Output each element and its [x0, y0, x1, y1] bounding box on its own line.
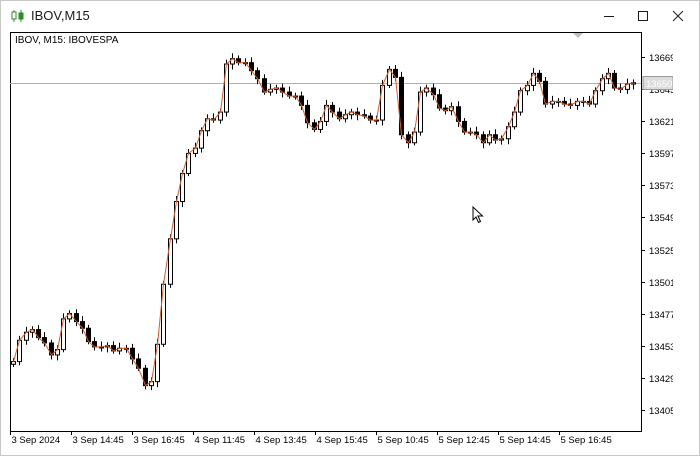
window-title: IBOV,M15 — [31, 8, 90, 23]
y-tick-label: 134779 — [649, 310, 673, 321]
bull-candle — [418, 91, 423, 133]
candlestick-chart[interactable]: 1366991364591362191359791357391354991352… — [9, 31, 673, 449]
y-tick-label: 135739 — [649, 181, 673, 192]
x-tick-label: 4 Sep 15:45 — [317, 435, 368, 446]
close-price-line — [13, 58, 634, 387]
minimize-button[interactable] — [593, 1, 625, 31]
y-tick-label: 136219 — [649, 117, 673, 128]
y-tick-label: 135979 — [649, 149, 673, 160]
x-tick-label: 5 Sep 10:45 — [378, 435, 429, 446]
y-tick-label: 134059 — [649, 406, 673, 417]
y-tick-label: 134299 — [649, 374, 673, 385]
x-tick-label: 4 Sep 11:45 — [195, 435, 246, 446]
x-tick-label: 4 Sep 13:45 — [256, 435, 307, 446]
chart-window: IBOV,M15 1366991364591362191359791357391… — [0, 0, 700, 456]
chart-symbol-label: IBOV, M15: IBOVESPA — [15, 35, 119, 46]
bull-candle — [11, 361, 16, 365]
chart-shift-marker — [573, 33, 583, 38]
mouse-pointer-icon — [472, 205, 484, 229]
x-tick-label: 5 Sep 12:45 — [439, 435, 490, 446]
y-tick-label: 135019 — [649, 278, 673, 289]
maximize-button[interactable] — [627, 1, 659, 31]
close-button[interactable] — [662, 1, 694, 31]
y-tick-label: 135259 — [649, 246, 673, 257]
close-icon — [672, 10, 684, 22]
title-bar[interactable]: IBOV,M15 — [1, 1, 699, 31]
x-tick-label: 3 Sep 16:45 — [134, 435, 185, 446]
current-price-label: 136509 — [646, 79, 673, 90]
y-tick-label: 136699 — [649, 53, 673, 64]
maximize-icon — [638, 11, 648, 21]
x-tick-label: 5 Sep 14:45 — [500, 435, 551, 446]
y-tick-label: 134539 — [649, 342, 673, 353]
chart-area[interactable]: 1366991364591362191359791357391354991352… — [9, 31, 673, 449]
candlestick-chart-icon — [10, 9, 26, 23]
x-tick-label: 3 Sep 14:45 — [73, 435, 124, 446]
y-tick-label: 135499 — [649, 213, 673, 224]
minimize-icon — [604, 16, 614, 17]
x-tick-label: 3 Sep 2024 — [12, 435, 61, 446]
x-tick-label: 5 Sep 16:45 — [561, 435, 612, 446]
